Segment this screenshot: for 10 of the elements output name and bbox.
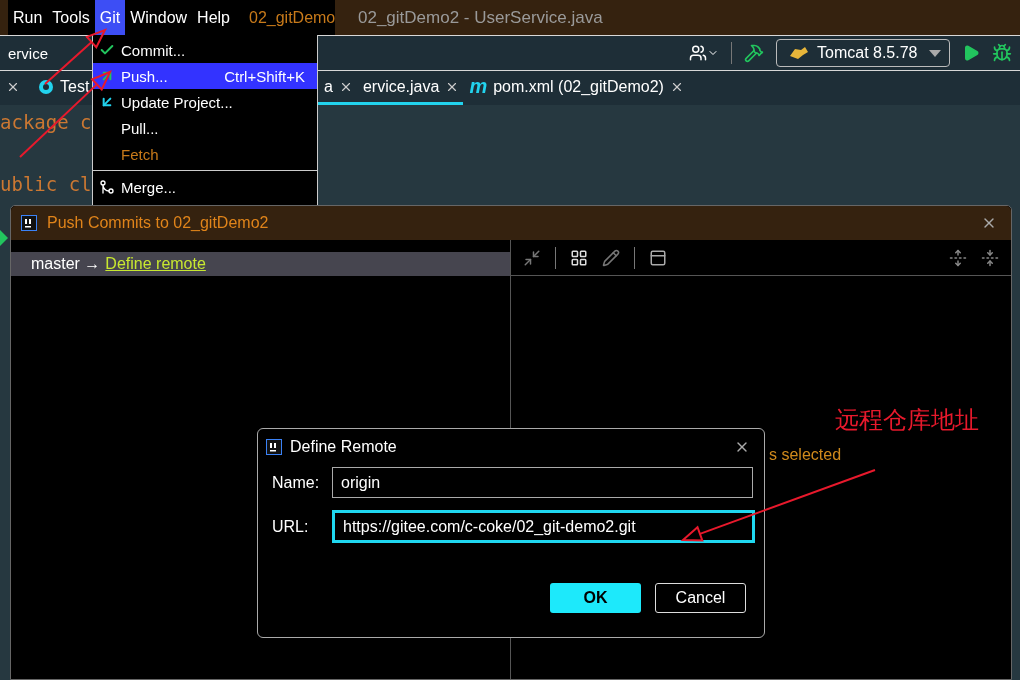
dialog-title: Define Remote: [290, 438, 398, 456]
annotation-text: 远程仓库地址: [835, 405, 979, 436]
field-label: URL:: [272, 517, 310, 536]
project-name: 02_gitDemo: [249, 8, 336, 27]
window-title: 02_gitDemo2 - UserService.java: [358, 7, 603, 28]
status-text: s selected: [769, 446, 843, 464]
dialog-title: Push Commits to 02_gitDemo2: [47, 214, 270, 232]
field-label: Name:: [272, 473, 321, 492]
code-line: ublic cl: [0, 173, 92, 195]
branch-name: master →: [31, 255, 101, 273]
